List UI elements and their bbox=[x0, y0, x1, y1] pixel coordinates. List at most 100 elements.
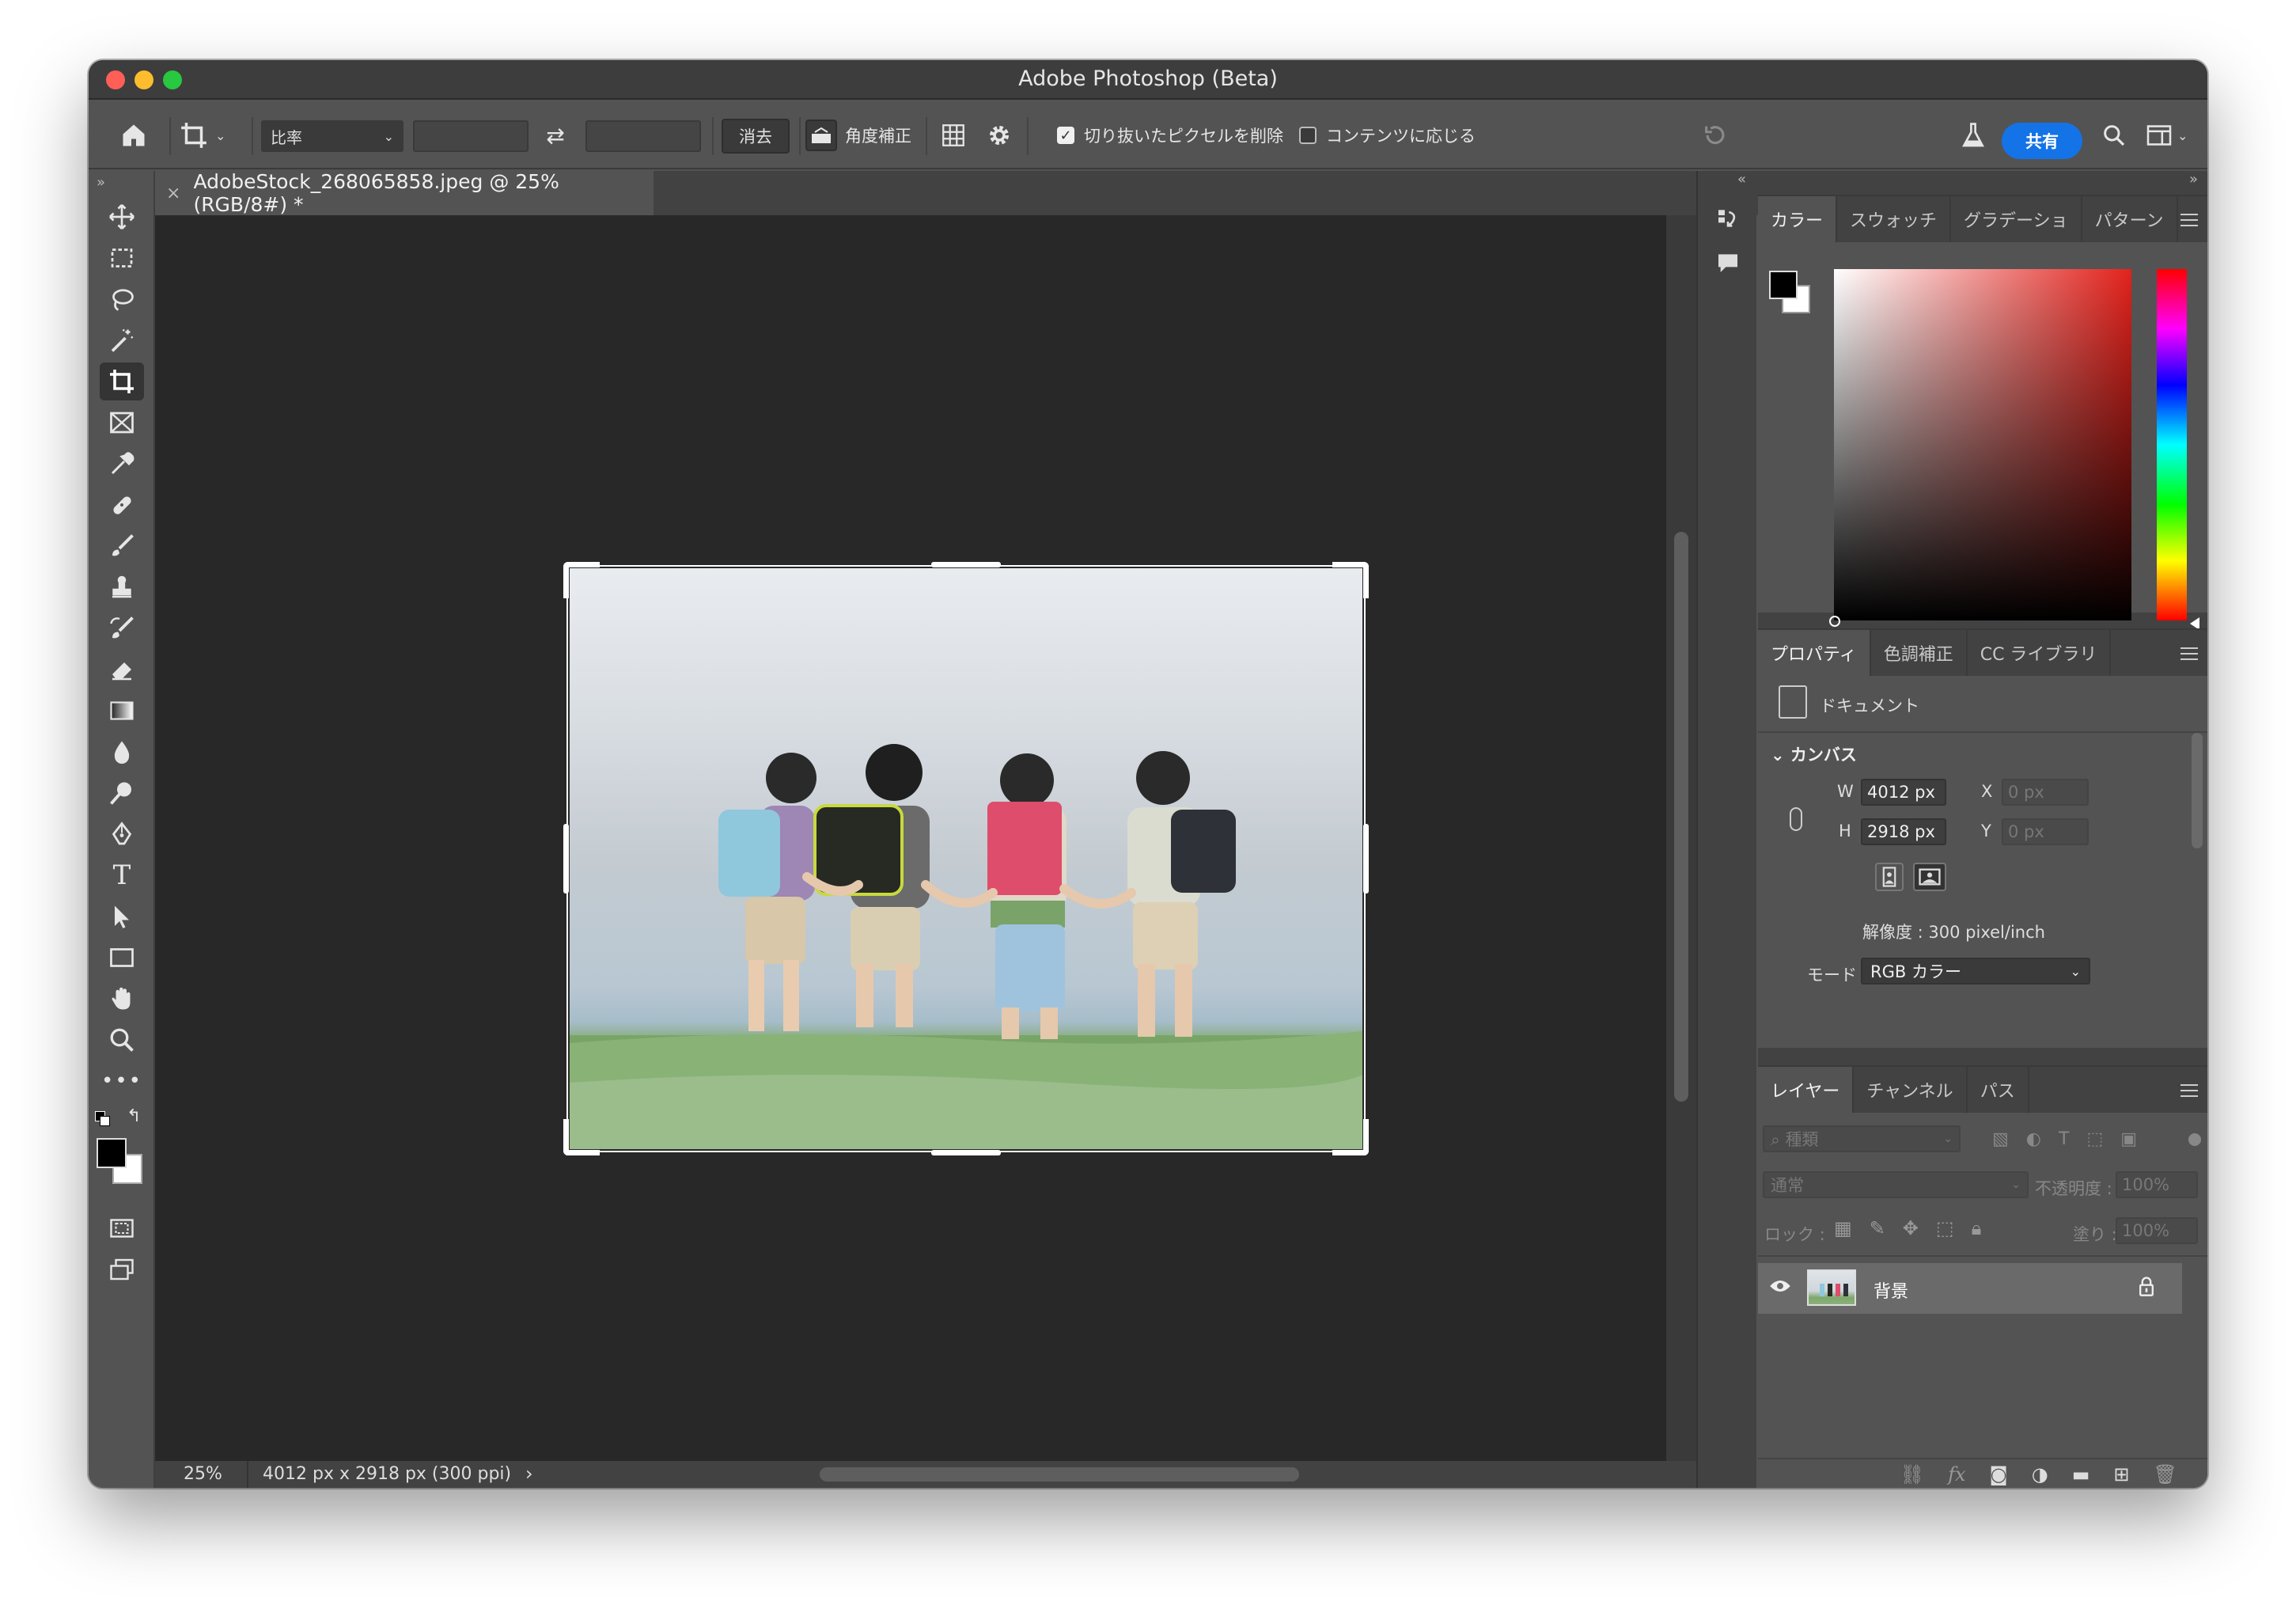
eyedropper-tool[interactable] bbox=[100, 445, 144, 483]
tab-gradients[interactable]: グラデーショ bbox=[1951, 196, 2082, 242]
close-tab-icon[interactable]: × bbox=[166, 184, 180, 203]
new-adjustment-layer-icon[interactable]: ◑ bbox=[2032, 1463, 2048, 1485]
marquee-tool[interactable] bbox=[100, 239, 144, 277]
tab-swatches[interactable]: スウォッチ bbox=[1837, 196, 1952, 242]
crop-handle-bottom[interactable] bbox=[931, 1150, 1001, 1155]
new-layer-icon[interactable]: ⊞ bbox=[2113, 1463, 2129, 1485]
straighten-button[interactable]: 角度補正 bbox=[805, 101, 916, 169]
delete-layer-icon[interactable]: 🗑︎ bbox=[2154, 1463, 2177, 1485]
crop-handle-left[interactable] bbox=[563, 824, 569, 894]
rectangle-tool[interactable] bbox=[100, 939, 144, 977]
home-button[interactable] bbox=[114, 101, 153, 169]
crop-handle-bottom-right[interactable] bbox=[1332, 1119, 1369, 1155]
zoom-level[interactable]: 25% bbox=[184, 1464, 222, 1484]
hue-slider[interactable] bbox=[2157, 269, 2187, 620]
default-colors-icon[interactable] bbox=[95, 1111, 111, 1127]
link-dimensions-icon[interactable] bbox=[1790, 807, 1802, 831]
collapse-panels-icon[interactable]: « bbox=[1737, 171, 1746, 188]
portrait-orientation-button[interactable] bbox=[1875, 863, 1904, 891]
crop-handle-right[interactable] bbox=[1363, 824, 1369, 894]
move-tool[interactable] bbox=[100, 198, 144, 236]
chevron-right-icon[interactable]: › bbox=[525, 1463, 533, 1485]
canvas-section-toggle[interactable]: ⌄ カンバス bbox=[1771, 742, 1857, 766]
hand-tool[interactable] bbox=[100, 980, 144, 1018]
content-aware-checkbox[interactable] bbox=[1299, 127, 1317, 144]
layer-row-background[interactable]: 背景 bbox=[1758, 1263, 2182, 1314]
crop-tool-preset[interactable]: ⌄ bbox=[179, 101, 242, 169]
panel-foreground-color[interactable] bbox=[1769, 271, 1798, 299]
crop-handle-top[interactable] bbox=[931, 562, 1001, 567]
ratio-width-input[interactable] bbox=[413, 120, 529, 152]
frame-tool[interactable] bbox=[100, 404, 144, 442]
tab-patterns[interactable]: パターン bbox=[2082, 196, 2178, 242]
new-group-icon[interactable]: ▬ bbox=[2072, 1463, 2090, 1485]
tab-paths[interactable]: パス bbox=[1968, 1067, 2029, 1113]
foreground-color-swatch[interactable] bbox=[97, 1138, 127, 1168]
brush-tool[interactable] bbox=[100, 527, 144, 565]
crop-settings-button[interactable] bbox=[981, 101, 1017, 169]
pen-tool[interactable] bbox=[100, 815, 144, 853]
clear-button[interactable]: 消去 bbox=[722, 119, 790, 154]
vertical-scrollbar[interactable] bbox=[1666, 215, 1696, 1478]
more-tools[interactable]: ••• bbox=[100, 1062, 144, 1100]
delete-cropped-checkbox[interactable]: ✓ bbox=[1057, 127, 1074, 144]
add-mask-icon[interactable]: ◙ bbox=[1989, 1463, 2007, 1485]
tab-channels[interactable]: チャンネル bbox=[1854, 1067, 1968, 1113]
link-layers-icon[interactable]: ⛓︎ bbox=[1900, 1463, 1924, 1485]
ratio-height-input[interactable] bbox=[585, 120, 701, 152]
tab-properties[interactable]: プロパティ bbox=[1758, 630, 1871, 676]
tab-color[interactable]: カラー bbox=[1758, 196, 1838, 242]
beta-features-button[interactable] bbox=[1956, 101, 1991, 169]
layer-style-icon[interactable]: fx bbox=[1948, 1463, 1965, 1485]
properties-scrollbar[interactable] bbox=[2192, 733, 2203, 848]
tab-layers[interactable]: レイヤー bbox=[1758, 1067, 1855, 1113]
landscape-orientation-button[interactable] bbox=[1913, 863, 1946, 891]
width-input[interactable]: 4012 px bbox=[1861, 779, 1946, 806]
horizontal-scroll-thumb[interactable] bbox=[820, 1467, 1299, 1482]
height-input[interactable]: 2918 px bbox=[1861, 818, 1946, 845]
ratio-select[interactable]: 比率 ⌄ bbox=[261, 120, 404, 152]
document-info[interactable]: 4012 px x 2918 px (300 ppi) bbox=[263, 1464, 511, 1484]
crop-handle-top-left[interactable] bbox=[563, 562, 600, 598]
document-tab[interactable]: × AdobeStock_268065858.jpeg @ 25% (RGB/8… bbox=[155, 170, 654, 216]
search-button[interactable] bbox=[2097, 101, 2131, 169]
comments-panel-button[interactable] bbox=[1712, 247, 1744, 279]
mode-select[interactable]: RGB カラー ⌄ bbox=[1861, 958, 2090, 985]
content-aware-option[interactable]: コンテンツに応じる bbox=[1299, 101, 1536, 169]
healing-brush-tool[interactable] bbox=[100, 486, 144, 524]
crop-handle-bottom-left[interactable] bbox=[563, 1119, 600, 1155]
eye-icon[interactable] bbox=[1769, 1277, 1791, 1298]
quick-mask-button[interactable] bbox=[100, 1209, 144, 1247]
canvas-area[interactable] bbox=[155, 215, 1666, 1478]
vertical-scroll-thumb[interactable] bbox=[1674, 532, 1688, 1102]
color-panel-menu-icon[interactable] bbox=[2180, 214, 2198, 226]
swap-colors-icon[interactable]: ↰ bbox=[127, 1106, 141, 1126]
crop-handle-top-right[interactable] bbox=[1332, 562, 1369, 598]
tab-adjustments[interactable]: 色調補正 bbox=[1871, 630, 1968, 676]
history-brush-tool[interactable] bbox=[100, 609, 144, 647]
dodge-tool[interactable] bbox=[100, 774, 144, 812]
properties-panel-menu-icon[interactable] bbox=[2180, 647, 2198, 660]
clone-stamp-tool[interactable] bbox=[100, 568, 144, 606]
reset-crop-button[interactable] bbox=[1698, 101, 1733, 169]
type-tool[interactable]: T bbox=[100, 856, 144, 894]
layers-panel-menu-icon[interactable] bbox=[2180, 1084, 2198, 1097]
tab-cc-libraries[interactable]: CC ライブラリ bbox=[1968, 630, 2112, 676]
share-button[interactable]: 共有 bbox=[2002, 123, 2082, 159]
crop-frame[interactable] bbox=[566, 565, 1366, 1152]
workspace-button[interactable]: ⌄ bbox=[2146, 101, 2201, 169]
crop-tool[interactable] bbox=[100, 362, 144, 400]
path-selection-tool[interactable] bbox=[100, 897, 144, 935]
overlay-options-button[interactable] bbox=[935, 101, 972, 169]
blur-tool[interactable] bbox=[100, 733, 144, 771]
eraser-tool[interactable] bbox=[100, 651, 144, 689]
screen-mode-button[interactable] bbox=[100, 1250, 144, 1288]
history-panel-button[interactable] bbox=[1712, 203, 1744, 234]
zoom-tool[interactable] bbox=[100, 1021, 144, 1059]
saturation-brightness-field[interactable] bbox=[1834, 269, 2131, 620]
magic-wand-tool[interactable] bbox=[100, 321, 144, 359]
lasso-tool[interactable] bbox=[100, 280, 144, 318]
swap-ratio-button[interactable]: ⇄ bbox=[540, 101, 571, 169]
gradient-tool[interactable] bbox=[100, 692, 144, 730]
collapse-toolbar-icon[interactable]: » bbox=[97, 174, 105, 191]
